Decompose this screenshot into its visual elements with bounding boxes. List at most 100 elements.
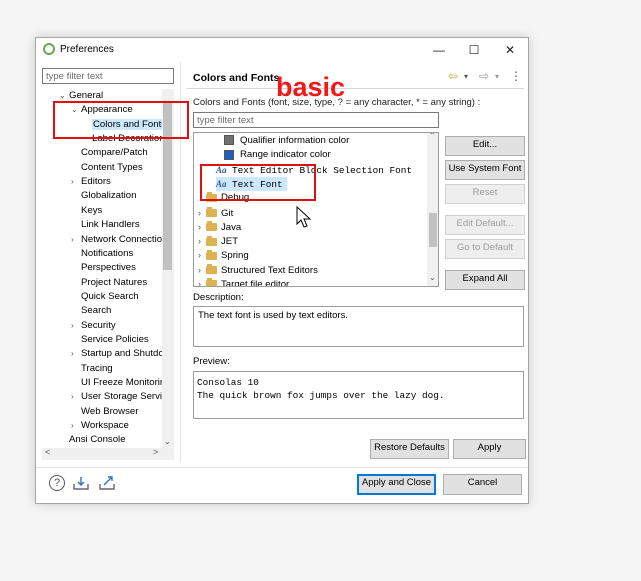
tree-item[interactable]: Notifications bbox=[81, 247, 133, 261]
collapsed-arrow-icon[interactable]: › bbox=[71, 233, 74, 247]
tree-item[interactable]: Perspectives bbox=[81, 261, 136, 275]
tree-item-label: Globalization bbox=[81, 190, 137, 202]
list-item-label: Range indicator color bbox=[240, 149, 331, 161]
export-icon[interactable] bbox=[98, 475, 116, 494]
scroll-left-arrow[interactable]: < bbox=[45, 447, 50, 457]
tree-item-label: Startup and Shutdow bbox=[81, 348, 168, 360]
color-swatch-icon bbox=[224, 135, 234, 146]
go-to-default-button[interactable]: Go to Default bbox=[445, 239, 525, 259]
folder-list-item[interactable]: › Structured Text Editors bbox=[198, 263, 318, 277]
collapsed-arrow-icon[interactable]: › bbox=[198, 263, 206, 277]
folder-list-item[interactable]: › Git bbox=[198, 206, 233, 220]
description-box: The text font is used by text editors. bbox=[193, 306, 524, 347]
collapsed-arrow-icon[interactable]: › bbox=[71, 347, 74, 361]
tree-item[interactable]: › Network Connection bbox=[71, 233, 167, 247]
description-label: Description: bbox=[193, 292, 244, 303]
collapsed-arrow-icon[interactable]: › bbox=[198, 277, 206, 286]
folder-icon bbox=[206, 221, 217, 232]
colors-fonts-tree: Qualifier information color Range indicat… bbox=[193, 132, 439, 287]
collapsed-arrow-icon[interactable]: › bbox=[198, 206, 206, 220]
reset-button[interactable]: Reset bbox=[445, 184, 525, 204]
tree-item-label: General bbox=[69, 90, 104, 101]
collapsed-arrow-icon[interactable]: › bbox=[71, 175, 74, 189]
tree-item[interactable]: Globalization bbox=[81, 189, 136, 203]
tree-item[interactable]: Project Natures bbox=[81, 276, 147, 290]
restore-defaults-button[interactable]: Restore Defaults bbox=[370, 439, 449, 459]
list-scroll-thumb[interactable] bbox=[429, 213, 437, 247]
edit-default-button[interactable]: Edit Default... bbox=[445, 215, 525, 235]
app-icon bbox=[43, 43, 55, 55]
tree-item[interactable]: Web Browser bbox=[81, 405, 138, 419]
tree-item-label: Ansi Console bbox=[69, 434, 126, 446]
tree-item[interactable]: Content Types bbox=[81, 161, 143, 175]
tree-item[interactable]: Compare/Patch bbox=[81, 146, 148, 160]
annotation-text: basic bbox=[276, 72, 346, 102]
folder-icon bbox=[206, 235, 217, 246]
tree-item[interactable]: Service Policies bbox=[81, 333, 149, 347]
tree-item-label: Editors bbox=[81, 176, 111, 188]
use-system-font-button[interactable]: Use System Font bbox=[445, 160, 525, 180]
apply-and-close-button[interactable]: Apply and Close bbox=[357, 474, 436, 495]
tree-item[interactable]: › User Storage Service bbox=[71, 390, 168, 404]
collapsed-arrow-icon[interactable]: › bbox=[198, 248, 206, 262]
tree-item[interactable]: Tracing bbox=[81, 362, 113, 376]
tree-item-label: Search bbox=[81, 305, 112, 317]
folder-list-item[interactable]: › Java bbox=[198, 220, 241, 234]
collapsed-arrow-icon[interactable]: › bbox=[71, 419, 74, 433]
colors-filter-input[interactable]: type filter text bbox=[193, 112, 439, 128]
list-scroll-down-arrow[interactable]: ⌄ bbox=[429, 273, 436, 282]
list-item-label: Target file editor bbox=[221, 279, 290, 287]
scroll-right-arrow[interactable]: > bbox=[153, 447, 158, 457]
tree-item[interactable]: Quick Search bbox=[81, 290, 139, 304]
import-icon[interactable] bbox=[72, 475, 90, 494]
tree-filter-input[interactable]: type filter text bbox=[42, 68, 174, 84]
tree-item[interactable]: Ansi Console bbox=[69, 433, 126, 447]
preference-tree: ⌄ General ⌄ Appearance Colors and Fonts Label… bbox=[42, 89, 168, 449]
edit-button[interactable]: Edit... bbox=[445, 136, 525, 156]
collapsed-arrow-icon[interactable]: › bbox=[198, 220, 206, 234]
apply-button[interactable]: Apply bbox=[453, 439, 526, 459]
forward-arrow-icon[interactable]: ⇨ bbox=[479, 69, 489, 83]
footer-divider bbox=[36, 467, 528, 468]
maximize-button[interactable]: ☐ bbox=[459, 41, 489, 59]
folder-icon bbox=[206, 206, 217, 217]
close-button[interactable]: ✕ bbox=[495, 41, 525, 59]
tree-item-label: Quick Search bbox=[81, 290, 139, 302]
tree-item-label: Service Policies bbox=[81, 333, 149, 345]
tree-item[interactable]: › Startup and Shutdow bbox=[71, 347, 168, 361]
tree-item[interactable]: › Editors bbox=[71, 175, 111, 189]
folder-list-item[interactable]: › Target file editor bbox=[198, 277, 290, 287]
tree-item[interactable]: Link Handlers bbox=[81, 218, 140, 232]
tree-item-label: Link Handlers bbox=[81, 219, 140, 231]
tree-item-label: Content Types bbox=[81, 161, 143, 173]
tree-item[interactable]: › Security bbox=[71, 319, 116, 333]
collapsed-arrow-icon[interactable]: › bbox=[198, 234, 206, 248]
collapsed-arrow-icon[interactable]: › bbox=[71, 390, 74, 404]
tree-item-label: Security bbox=[81, 319, 116, 331]
tree-item-label: Keys bbox=[81, 204, 103, 216]
color-list-item[interactable]: Range indicator color bbox=[224, 148, 331, 162]
tree-hscrollbar[interactable]: < > bbox=[42, 447, 174, 460]
help-icon[interactable]: ? bbox=[49, 475, 65, 491]
back-arrow-icon[interactable]: ⇦ bbox=[448, 69, 458, 83]
back-menu-icon[interactable]: ▾ bbox=[464, 72, 468, 81]
list-scroll-up-arrow[interactable]: ⌃ bbox=[429, 133, 436, 140]
tree-item[interactable]: UI Freeze Monitoring bbox=[81, 376, 168, 390]
cancel-button[interactable]: Cancel bbox=[443, 474, 522, 495]
collapsed-arrow-icon[interactable]: › bbox=[71, 319, 74, 333]
color-list-item[interactable]: Qualifier information color bbox=[224, 134, 349, 148]
tree-item[interactable]: › Workspace bbox=[71, 419, 129, 433]
minimize-button[interactable]: — bbox=[424, 41, 454, 59]
annotation-box-list bbox=[200, 164, 316, 201]
folder-list-item[interactable]: › JET bbox=[198, 234, 238, 248]
tree-item[interactable]: Keys bbox=[81, 204, 102, 218]
scroll-down-arrow[interactable]: ⌄ bbox=[164, 437, 171, 446]
list-item-label: Qualifier information color bbox=[240, 135, 350, 146]
forward-menu-icon[interactable]: ▾ bbox=[495, 72, 499, 81]
expand-all-button[interactable]: Expand All bbox=[445, 270, 525, 290]
folder-list-item[interactable]: › Spring bbox=[198, 248, 249, 262]
tree-item[interactable]: Search bbox=[81, 304, 111, 318]
view-menu-icon[interactable]: ⋮ bbox=[510, 69, 522, 83]
list-scrollbar[interactable]: ⌃ ⌄ bbox=[427, 133, 438, 286]
tree-item-label: UI Freeze Monitoring bbox=[81, 377, 168, 388]
